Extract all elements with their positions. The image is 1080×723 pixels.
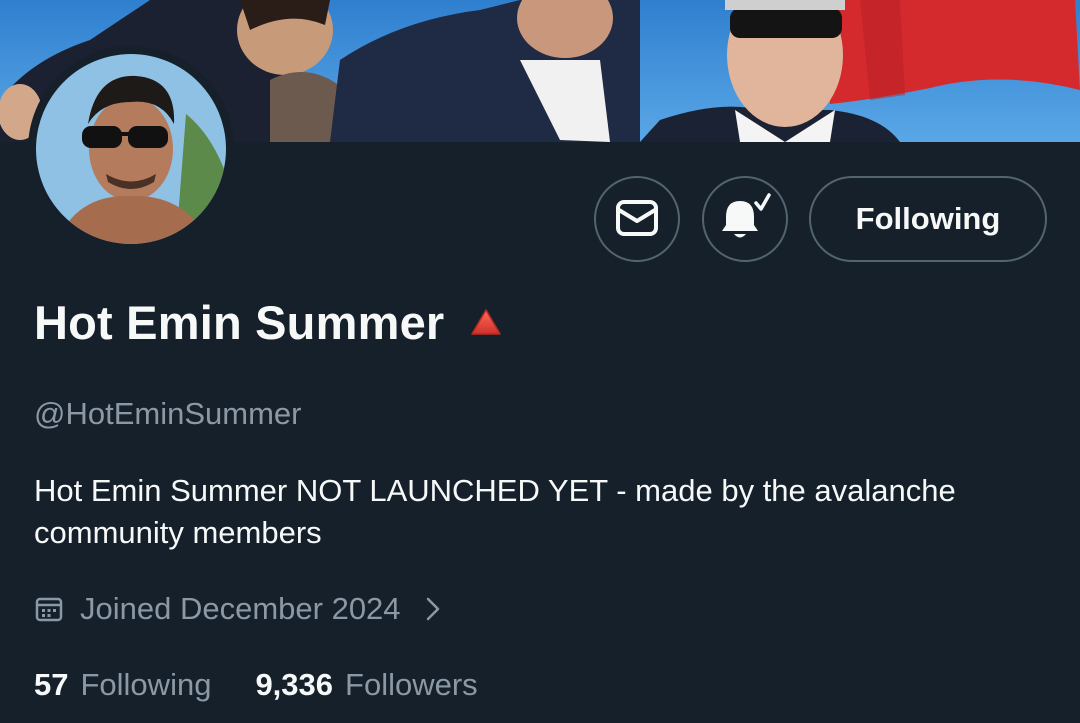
- profile-handle: @HotEminSummer: [34, 396, 302, 431]
- message-button[interactable]: [594, 176, 680, 262]
- following-button[interactable]: Following: [809, 176, 1047, 262]
- followers-count: 9,336: [255, 667, 334, 702]
- display-name: Hot Emin Summer: [34, 295, 445, 349]
- avatar[interactable]: [28, 46, 234, 252]
- followers-stat-link[interactable]: 9,336 Followers: [255, 667, 477, 703]
- calendar-icon: [34, 594, 64, 624]
- following-count: 57: [34, 667, 69, 702]
- avatar-image: [36, 54, 226, 244]
- joined-date: Joined December 2024: [80, 591, 401, 626]
- bell-check-icon: [718, 192, 772, 246]
- followers-label: Followers: [345, 667, 478, 702]
- red-triangle-icon: [470, 308, 502, 336]
- profile-bio: Hot Emin Summer NOT LAUNCHED YET - made …: [34, 473, 956, 550]
- profile-page: Following Hot Emin Summer @HotEminSummer…: [0, 0, 1080, 723]
- joined-row[interactable]: Joined December 2024: [34, 588, 441, 630]
- following-label: Following: [80, 667, 212, 702]
- name-row: Hot Emin Summer: [34, 294, 502, 350]
- envelope-icon: [615, 199, 659, 240]
- following-stat-link[interactable]: 57 Following: [34, 667, 211, 703]
- notifications-button[interactable]: [702, 176, 788, 262]
- chevron-right-icon: [425, 596, 441, 622]
- follow-stats: 57 Following 9,336 Followers: [34, 664, 522, 706]
